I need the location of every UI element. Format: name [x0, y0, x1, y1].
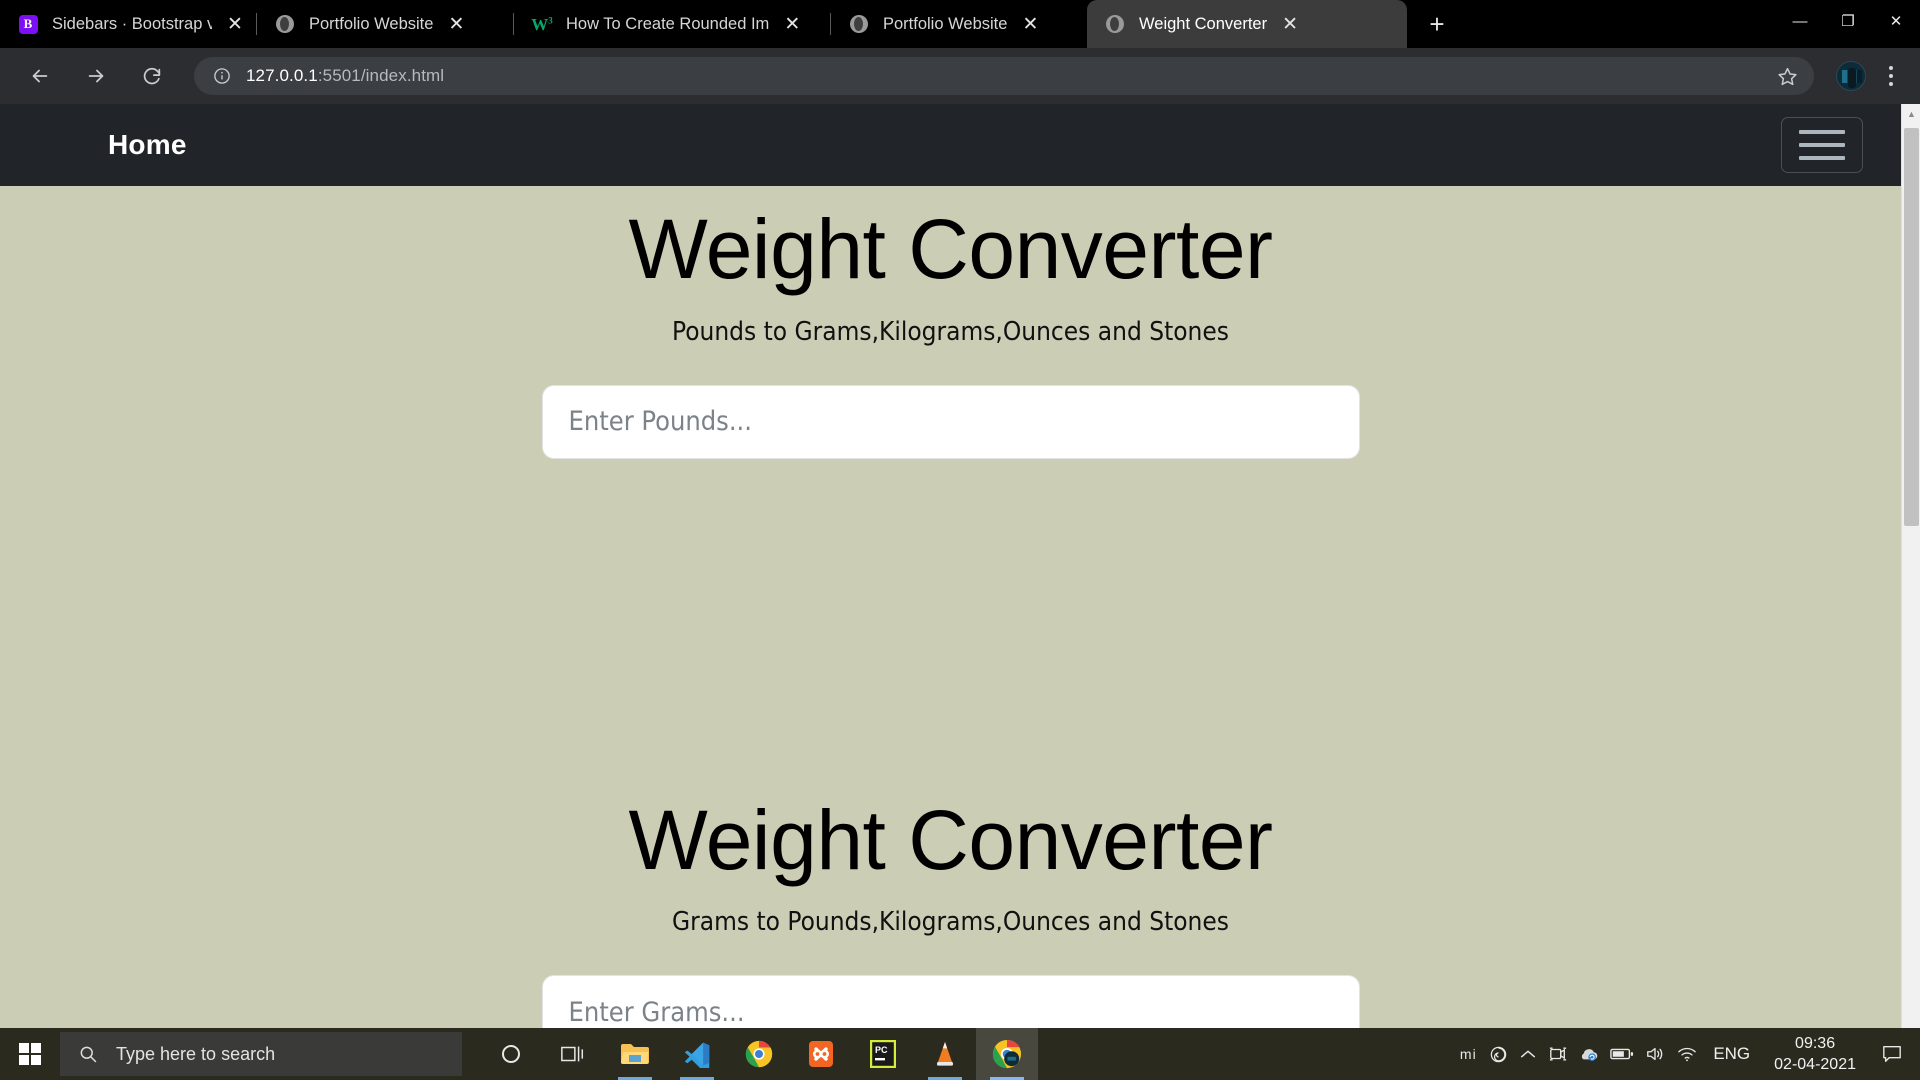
page-subtitle: Grams to Pounds,Kilograms,Ounces and Sto… — [672, 907, 1229, 938]
url-host: 127.0.0.1 — [246, 66, 318, 85]
browser-toolbar: 127.0.0.1:5501/index.html — [0, 48, 1920, 104]
page-title: Weight Converter — [628, 202, 1273, 296]
clock-time: 09:36 — [1795, 1034, 1836, 1052]
windows-start-icon[interactable] — [0, 1028, 60, 1080]
tab-close-icon[interactable]: ✕ — [1277, 11, 1303, 37]
volume-icon[interactable] — [1639, 1028, 1671, 1080]
address-bar[interactable]: 127.0.0.1:5501/index.html — [194, 57, 1814, 95]
xampp-icon[interactable] — [790, 1028, 852, 1080]
bookmark-star-icon[interactable] — [1774, 63, 1800, 89]
grams-input[interactable] — [541, 975, 1360, 1028]
pounds-input[interactable] — [541, 384, 1360, 459]
new-tab-button[interactable]: + — [1417, 4, 1457, 44]
browser-tab-active[interactable]: Weight Converter ✕ — [1087, 0, 1407, 48]
url-text: 127.0.0.1:5501/index.html — [246, 66, 1766, 86]
page-subtitle: Pounds to Grams,Kilograms,Ounces and Sto… — [672, 316, 1229, 347]
windows-taskbar: Type here to search PC mi ENG 09:36 02-0… — [0, 1028, 1920, 1080]
window-controls: — ❐ ✕ — [1774, 0, 1920, 42]
tab-title: Portfolio Website — [309, 15, 434, 33]
reload-button[interactable] — [130, 54, 174, 98]
converter-section-pounds: Weight Converter Pounds to Grams,Kilogra… — [0, 186, 1901, 459]
screen: B Sidebars · Bootstrap v5.0 ✕ Portfolio … — [0, 0, 1920, 1080]
navbar-brand[interactable]: Home — [108, 129, 187, 161]
tab-title: Portfolio Website — [883, 15, 1008, 33]
vscode-icon[interactable] — [666, 1028, 728, 1080]
profile-avatar[interactable] — [1836, 61, 1866, 91]
browser-tab[interactable]: Portfolio Website ✕ — [257, 0, 513, 48]
cortana-icon[interactable] — [480, 1028, 542, 1080]
globe-icon — [275, 14, 295, 34]
task-view-icon[interactable] — [542, 1028, 604, 1080]
language-indicator[interactable]: ENG — [1703, 1044, 1760, 1064]
browser-tab[interactable]: Portfolio Website ✕ — [831, 0, 1087, 48]
site-navbar: Home — [0, 104, 1901, 186]
forward-button[interactable] — [74, 54, 118, 98]
maximize-button[interactable]: ❐ — [1824, 0, 1872, 42]
bootstrap-icon: B — [18, 14, 38, 34]
page-scrollbar[interactable]: ▲ — [1901, 104, 1920, 1028]
wifi-icon[interactable] — [1671, 1028, 1703, 1080]
chrome-icon[interactable] — [728, 1028, 790, 1080]
tab-close-icon[interactable]: ✕ — [779, 11, 805, 37]
taskbar-search-input[interactable]: Type here to search — [60, 1032, 462, 1076]
tab-title: Weight Converter — [1139, 15, 1268, 33]
browser-tab[interactable]: W3 How To Create Rounded Im ✕ — [514, 0, 830, 48]
page-viewport: Home Weight Converter Pounds to Grams,Ki… — [0, 104, 1920, 1028]
chrome-active-icon[interactable] — [976, 1028, 1038, 1080]
page-title: Weight Converter — [628, 792, 1273, 887]
pycharm-icon[interactable]: PC — [852, 1028, 914, 1080]
converter-section-grams: Weight Converter Grams to Pounds,Kilogra… — [0, 459, 1901, 1028]
magnifier-icon — [78, 1044, 102, 1064]
svg-text:PC: PC — [875, 1045, 888, 1055]
browser-tab-strip: B Sidebars · Bootstrap v5.0 ✕ Portfolio … — [0, 0, 1920, 48]
url-path: :5501/index.html — [317, 66, 445, 85]
hamburger-menu-icon[interactable] — [1781, 117, 1863, 173]
scroll-up-arrow-icon[interactable]: ▲ — [1902, 104, 1920, 123]
minimize-button[interactable]: — — [1776, 0, 1824, 42]
info-circle-icon[interactable] — [212, 66, 232, 86]
taskbar-pinned-items: PC — [480, 1028, 1038, 1080]
show-hidden-icons-chevron[interactable] — [1513, 1028, 1543, 1080]
close-window-button[interactable]: ✕ — [1872, 0, 1920, 42]
tab-close-icon[interactable]: ✕ — [1017, 11, 1043, 37]
vlc-icon[interactable] — [914, 1028, 976, 1080]
mi-logo-icon[interactable]: mi — [1453, 1028, 1483, 1080]
globe-icon — [849, 14, 869, 34]
tab-close-icon[interactable]: ✕ — [222, 11, 248, 37]
globe-icon — [1105, 14, 1125, 34]
onedrive-icon[interactable] — [1573, 1028, 1605, 1080]
back-button[interactable] — [18, 54, 62, 98]
browser-tab[interactable]: B Sidebars · Bootstrap v5.0 ✕ — [0, 0, 256, 48]
three-dot-menu-icon[interactable] — [1874, 57, 1908, 95]
tab-title: Sidebars · Bootstrap v5.0 — [52, 15, 212, 33]
web-page: Home Weight Converter Pounds to Grams,Ki… — [0, 104, 1901, 1028]
system-tray: mi ENG 09:36 02-04-2021 — [1453, 1028, 1920, 1080]
scrollbar-thumb[interactable] — [1904, 128, 1919, 526]
action-center-icon[interactable] — [1870, 1028, 1914, 1080]
tab-close-icon[interactable]: ✕ — [443, 11, 469, 37]
search-placeholder: Type here to search — [116, 1043, 276, 1064]
tab-title: How To Create Rounded Im — [566, 15, 770, 33]
clock-date: 02-04-2021 — [1774, 1056, 1856, 1073]
camera-icon[interactable] — [1543, 1028, 1573, 1080]
spiral-app-icon[interactable] — [1483, 1028, 1513, 1080]
file-explorer-icon[interactable] — [604, 1028, 666, 1080]
taskbar-clock[interactable]: 09:36 02-04-2021 — [1760, 1028, 1870, 1080]
w3schools-icon: W3 — [531, 14, 553, 34]
battery-icon[interactable] — [1605, 1028, 1639, 1080]
